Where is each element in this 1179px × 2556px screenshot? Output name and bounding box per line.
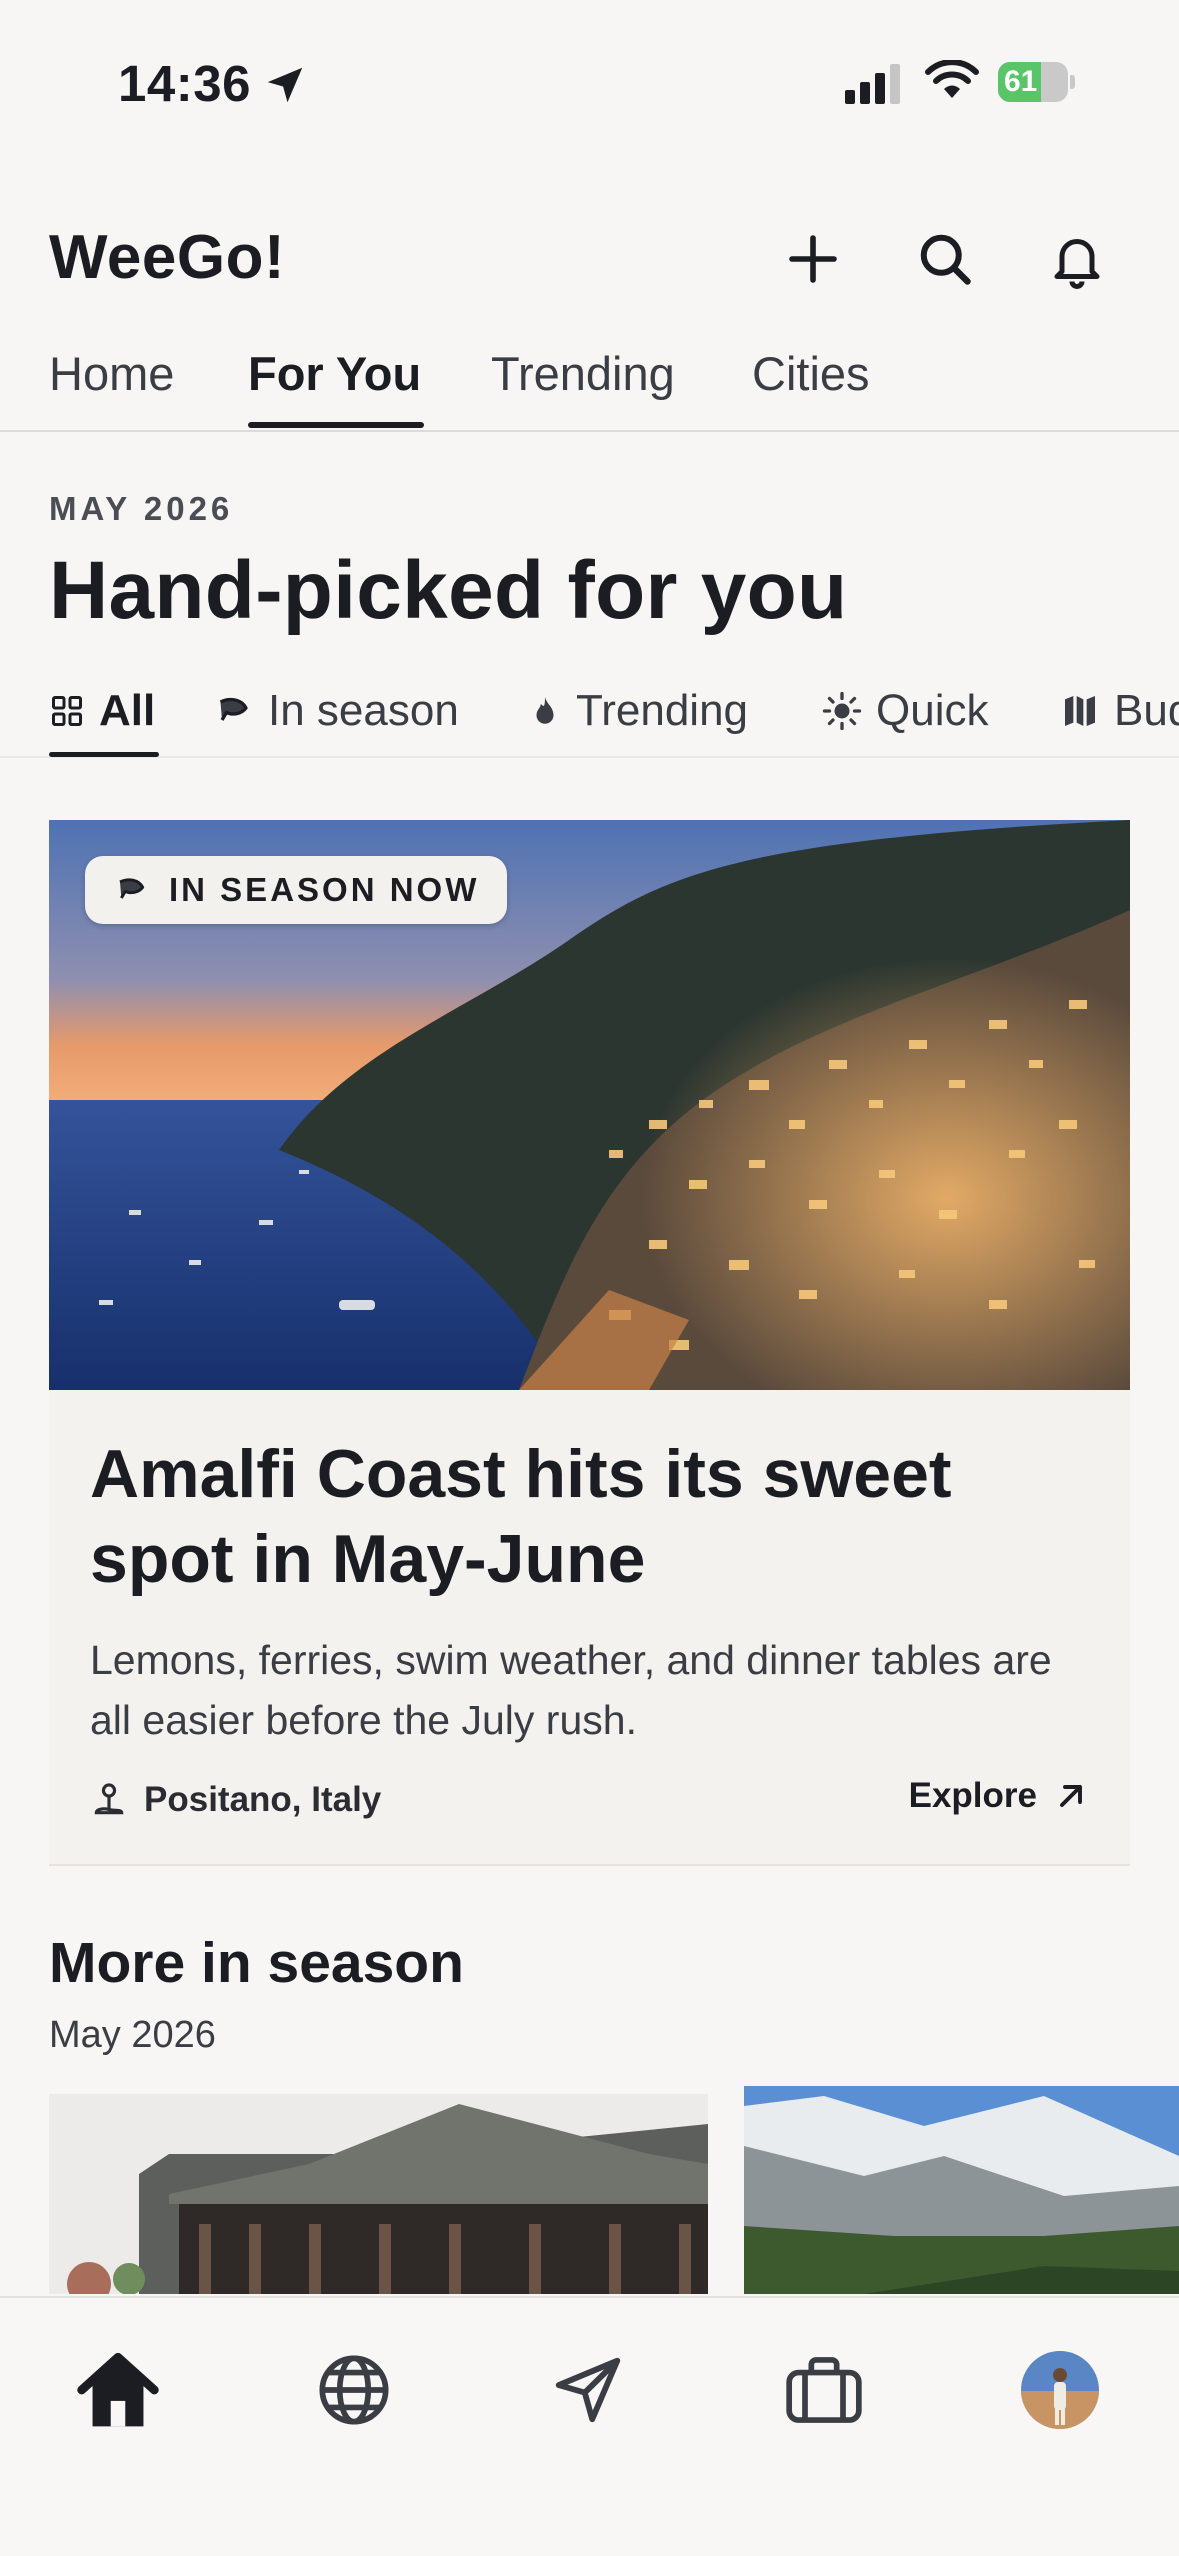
- featured-image: IN SEASON NOW: [49, 820, 1130, 1390]
- notifications-button[interactable]: [1044, 226, 1110, 292]
- status-time: 14:36: [118, 55, 251, 112]
- active-tab-indicator: [248, 422, 424, 428]
- section-overline: MAY 2026: [49, 490, 234, 527]
- more-in-season-title: More in season: [49, 1931, 464, 1995]
- globe-icon: [319, 2355, 389, 2425]
- season-badge: IN SEASON NOW: [85, 856, 508, 924]
- app-title: WeeGo!: [49, 223, 286, 292]
- nav-profile[interactable]: [1012, 2342, 1108, 2438]
- featured-location: Positano, Italy: [90, 1780, 381, 1820]
- search-button[interactable]: [912, 226, 978, 292]
- season-card-image[interactable]: [744, 2086, 1179, 2294]
- filter-label: Bud: [1114, 686, 1179, 735]
- active-filter-indicator: [49, 752, 159, 757]
- home-icon: [77, 2352, 159, 2427]
- cellular-signal-icon: [845, 64, 900, 104]
- flame-icon: [536, 696, 554, 724]
- tab-trending[interactable]: Trending: [491, 346, 675, 401]
- avatar: [1021, 2351, 1099, 2429]
- explore-label: Explore: [908, 1776, 1037, 1815]
- wifi-icon: [925, 60, 979, 98]
- send-icon: [555, 2357, 621, 2423]
- explore-link[interactable]: Explore: [909, 1776, 1089, 1816]
- nav-explore[interactable]: [306, 2342, 402, 2438]
- screen: 14:36 61 WeeGo! Home For You Trending Ci…: [0, 0, 1179, 2556]
- filter-label: Trending: [576, 686, 749, 735]
- arrow-up-right-icon: [1060, 1785, 1082, 1807]
- featured-title: Amalfi Coast hits its sweet spot in May-…: [90, 1436, 952, 1597]
- filter-in-season[interactable]: In season: [214, 686, 459, 736]
- grid-icon: [52, 696, 82, 726]
- location-label: Positano, Italy: [144, 1780, 382, 1819]
- season-badge-label: IN SEASON NOW: [169, 871, 480, 908]
- status-bar: 14:36 61: [0, 0, 1179, 170]
- top-tabs: Home For You Trending Cities: [0, 340, 1179, 432]
- filter-all[interactable]: All: [49, 686, 155, 736]
- leaf-icon: [219, 697, 248, 721]
- filter-bar: All In season Trending Quick Bud: [0, 670, 1179, 758]
- filter-quick[interactable]: Quick: [822, 686, 988, 736]
- plus-icon: [789, 235, 837, 283]
- nav-home[interactable]: [70, 2342, 166, 2438]
- tab-cities[interactable]: Cities: [752, 346, 870, 401]
- briefcase-icon: [786, 2357, 862, 2423]
- filter-label: In season: [268, 686, 459, 735]
- map-icon: [1065, 696, 1095, 726]
- featured-card[interactable]: IN SEASON NOW Amalfi Coast hits its swee…: [49, 820, 1130, 1866]
- bell-icon: [1054, 239, 1100, 289]
- season-card-image[interactable]: [49, 2094, 708, 2294]
- location-pin-icon: [94, 1783, 124, 1815]
- tab-home[interactable]: Home: [49, 346, 174, 401]
- search-icon: [920, 234, 971, 285]
- location-arrow-icon: [267, 67, 303, 103]
- filter-budget[interactable]: Bud: [1060, 686, 1179, 736]
- filter-trending[interactable]: Trending: [528, 686, 748, 736]
- sun-icon: [822, 691, 862, 731]
- page-title: Hand-picked for you: [49, 545, 848, 636]
- filter-label: Quick: [876, 686, 989, 735]
- nav-bookings[interactable]: [776, 2342, 872, 2438]
- battery-percent: 61: [1004, 65, 1038, 98]
- tab-for-you[interactable]: For You: [248, 346, 421, 401]
- nav-trips[interactable]: [540, 2342, 636, 2438]
- add-button[interactable]: [780, 226, 846, 292]
- bottom-nav: [0, 2296, 1179, 2556]
- battery-indicator: 61: [998, 62, 1076, 102]
- leaf-icon: [119, 878, 145, 899]
- filter-label: All: [99, 686, 156, 735]
- more-in-season-subtitle: May 2026: [49, 2014, 216, 2056]
- featured-description: Lemons, ferries, swim weather, and dinne…: [90, 1637, 1052, 1743]
